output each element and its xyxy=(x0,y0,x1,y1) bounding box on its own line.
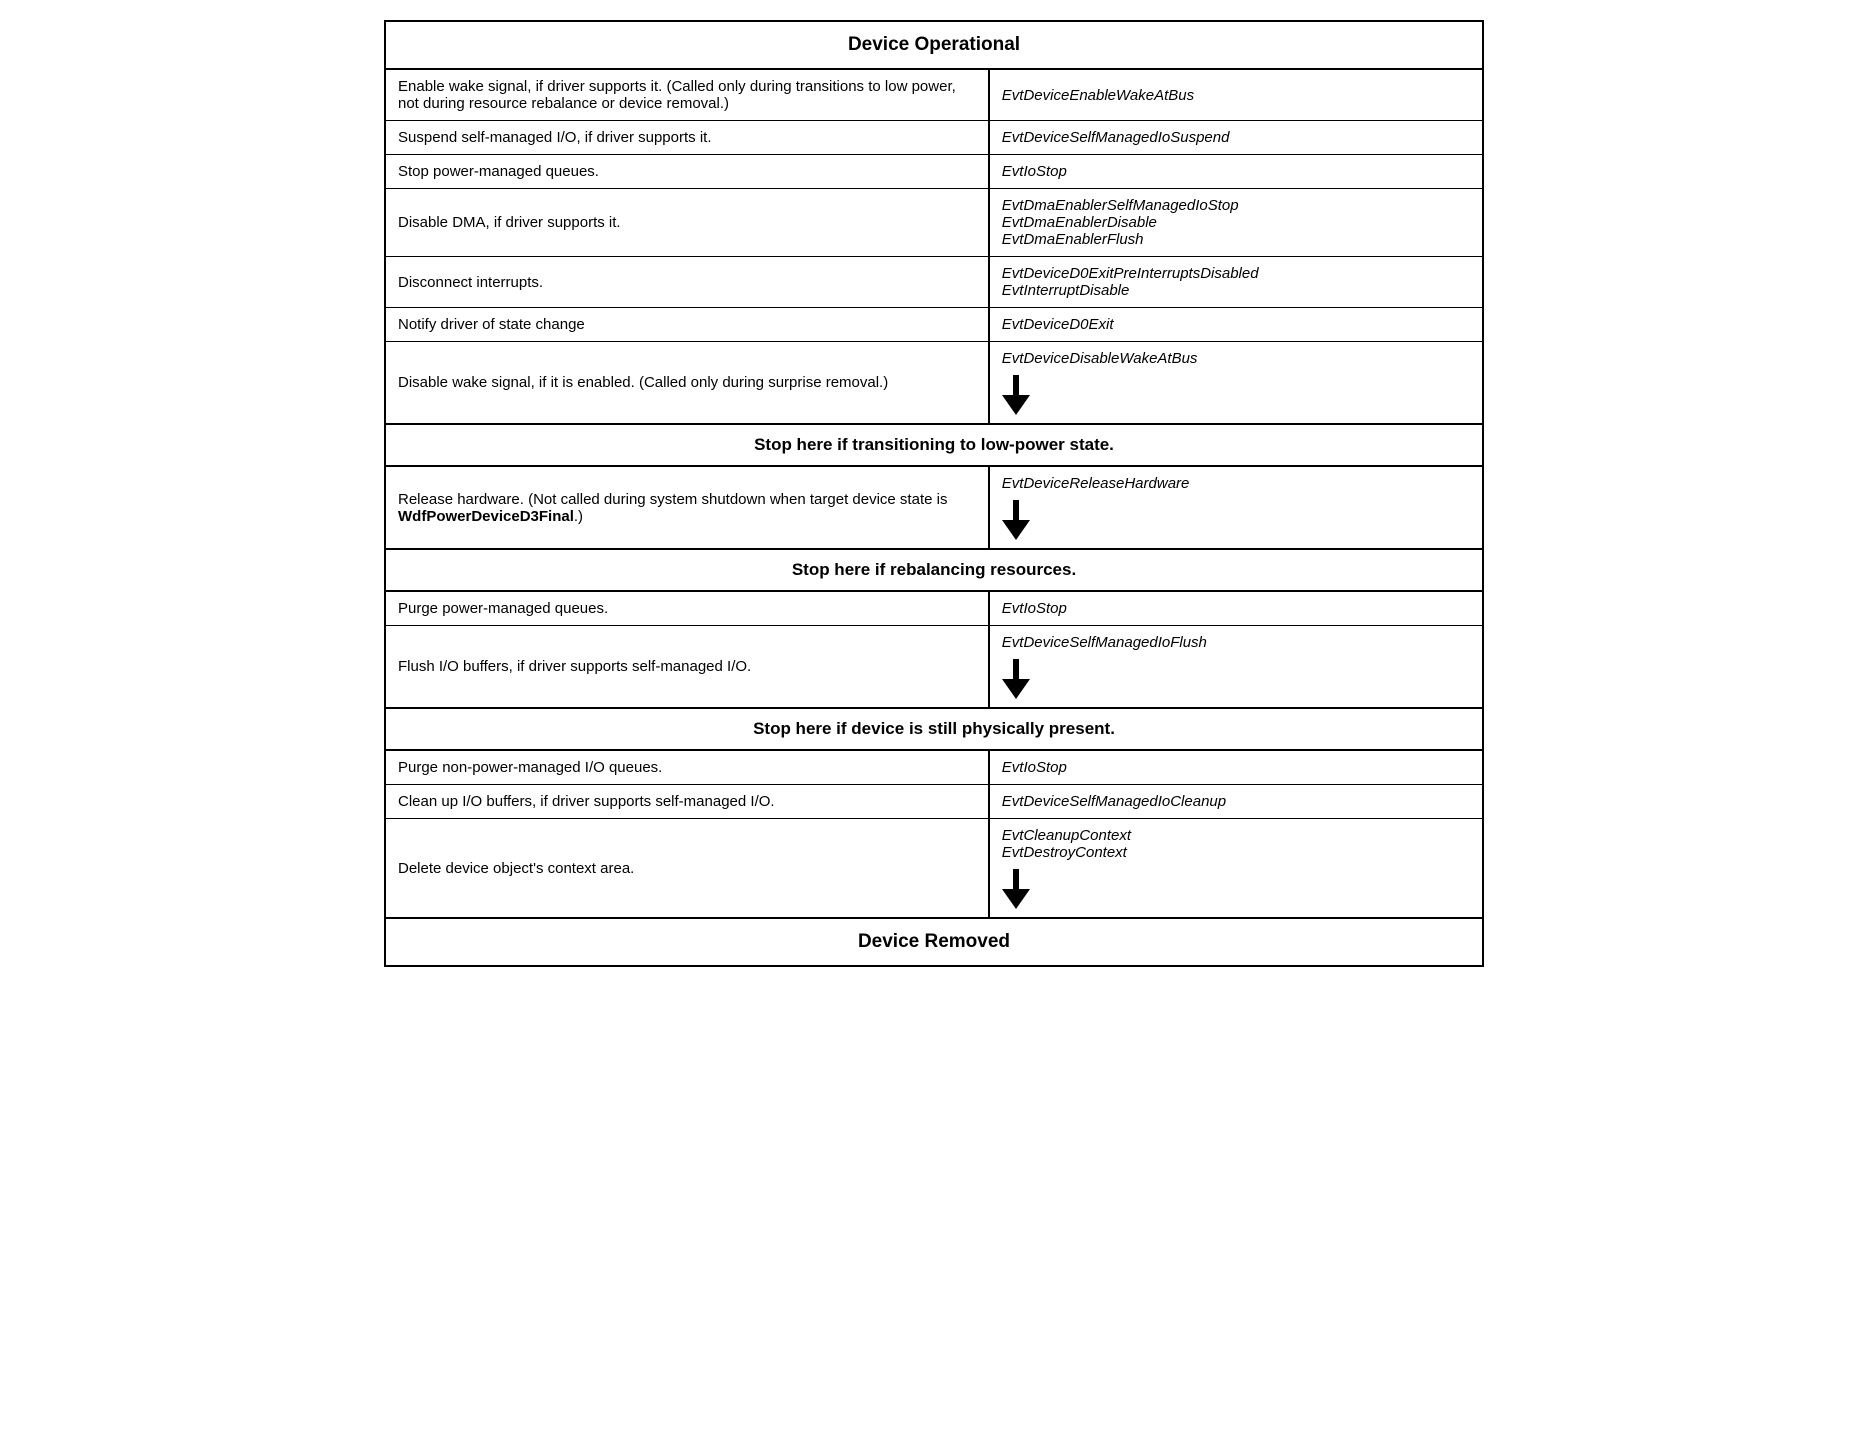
stop3-label: Stop here if device is still physically … xyxy=(386,707,1482,751)
section2-table: Release hardware. (Not called during sys… xyxy=(386,467,1482,548)
stop2-label: Stop here if rebalancing resources. xyxy=(386,548,1482,592)
section3-table: Purge power-managed queues.EvtIoStopFlus… xyxy=(386,592,1482,707)
page-title: Device Operational xyxy=(386,22,1482,70)
section1-table: Enable wake signal, if driver supports i… xyxy=(386,70,1482,423)
page-footer: Device Removed xyxy=(386,917,1482,965)
section4-table: Purge non-power-managed I/O queues.EvtIo… xyxy=(386,751,1482,917)
diagram-container: Device Operational Enable wake signal, i… xyxy=(384,20,1484,967)
stop1-label: Stop here if transitioning to low-power … xyxy=(386,423,1482,467)
